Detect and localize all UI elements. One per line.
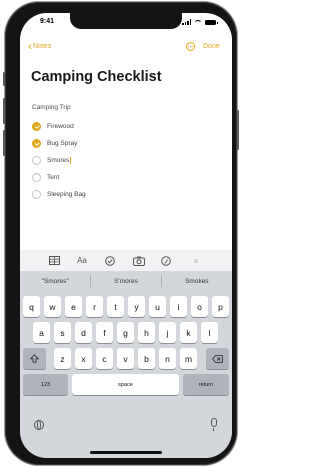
return-key[interactable]: return bbox=[183, 374, 229, 395]
suggestion-item[interactable]: Smokes bbox=[162, 271, 232, 291]
power-button bbox=[237, 110, 239, 150]
suggestion-item[interactable]: "Smores" bbox=[20, 271, 90, 291]
delete-icon bbox=[212, 354, 223, 363]
keyboard-area: Aa × "Smores" S'mores Smokes q w e r t y… bbox=[20, 250, 232, 458]
back-button[interactable]: ‹ Notes bbox=[28, 39, 52, 53]
key[interactable]: w bbox=[44, 296, 61, 317]
phone-frame: 9:41 ‹ Notes Done Camping Checklist Camp… bbox=[3, 2, 239, 465]
key[interactable]: v bbox=[117, 348, 134, 369]
checklist-item-label[interactable]: Smores bbox=[47, 156, 72, 165]
checklist-item-label[interactable]: Bug Spray bbox=[47, 140, 77, 147]
shift-icon bbox=[30, 354, 39, 363]
key[interactable]: m bbox=[180, 348, 197, 369]
more-options-icon[interactable] bbox=[186, 42, 195, 51]
key[interactable]: y bbox=[128, 296, 145, 317]
checklist-item[interactable]: Bug Spray bbox=[32, 135, 86, 152]
key[interactable]: i bbox=[170, 296, 187, 317]
wifi-icon bbox=[194, 20, 202, 25]
shift-key[interactable] bbox=[23, 348, 46, 369]
key[interactable]: h bbox=[138, 322, 155, 343]
key[interactable]: l bbox=[201, 322, 218, 343]
status-time: 9:41 bbox=[40, 18, 55, 25]
emoji-icon[interactable] bbox=[34, 420, 44, 430]
key[interactable]: c bbox=[96, 348, 113, 369]
numbers-key[interactable]: 123 bbox=[23, 374, 68, 395]
checklist-item[interactable]: Tent bbox=[32, 169, 86, 186]
key[interactable]: d bbox=[75, 322, 92, 343]
section-heading[interactable]: Camping Trip bbox=[32, 104, 71, 111]
space-key[interactable]: space bbox=[72, 374, 179, 395]
done-button[interactable]: Done bbox=[203, 43, 220, 50]
back-label: Notes bbox=[33, 43, 52, 50]
notch bbox=[70, 13, 182, 29]
table-icon[interactable] bbox=[48, 255, 60, 266]
key[interactable]: j bbox=[159, 322, 176, 343]
key[interactable]: b bbox=[138, 348, 155, 369]
key[interactable]: k bbox=[180, 322, 197, 343]
key[interactable]: z bbox=[54, 348, 71, 369]
markup-icon[interactable] bbox=[160, 255, 172, 266]
checklist-item-text: Smores bbox=[47, 157, 70, 165]
key[interactable]: a bbox=[33, 322, 50, 343]
volume-down-button bbox=[3, 130, 5, 156]
checklist-icon[interactable] bbox=[104, 255, 116, 266]
checkbox[interactable] bbox=[32, 139, 41, 148]
key[interactable]: t bbox=[107, 296, 124, 317]
checkbox[interactable] bbox=[32, 122, 41, 131]
camera-icon[interactable] bbox=[132, 255, 146, 266]
close-icon[interactable]: × bbox=[190, 255, 202, 266]
key[interactable]: n bbox=[159, 348, 176, 369]
checklist-item-label[interactable]: Sleeping Bag bbox=[47, 191, 86, 198]
key[interactable]: o bbox=[191, 296, 208, 317]
note-title[interactable]: Camping Checklist bbox=[31, 69, 162, 85]
checklist-item[interactable]: Smores bbox=[32, 152, 86, 169]
key[interactable]: p bbox=[212, 296, 229, 317]
key[interactable]: g bbox=[117, 322, 134, 343]
home-indicator bbox=[90, 451, 162, 454]
key[interactable]: q bbox=[23, 296, 40, 317]
key[interactable]: s bbox=[54, 322, 71, 343]
text-format-icon[interactable]: Aa bbox=[74, 255, 90, 266]
key[interactable]: e bbox=[65, 296, 82, 317]
checklist: Firewood Bug Spray Smores Tent Sleeping … bbox=[32, 118, 86, 203]
checkbox[interactable] bbox=[32, 173, 41, 182]
battery-icon bbox=[205, 20, 218, 25]
chevron-left-icon: ‹ bbox=[28, 39, 32, 53]
text-cursor bbox=[70, 156, 72, 164]
checkbox[interactable] bbox=[32, 156, 41, 165]
key[interactable]: x bbox=[75, 348, 92, 369]
key[interactable]: f bbox=[96, 322, 113, 343]
volume-up-button bbox=[3, 98, 5, 124]
microphone-icon[interactable] bbox=[211, 418, 217, 431]
key[interactable]: u bbox=[149, 296, 166, 317]
suggestion-bar: "Smores" S'mores Smokes bbox=[20, 271, 232, 291]
checklist-item[interactable]: Sleeping Bag bbox=[32, 186, 86, 203]
checkbox[interactable] bbox=[32, 190, 41, 199]
key[interactable]: r bbox=[86, 296, 103, 317]
delete-key[interactable] bbox=[206, 348, 229, 369]
checklist-item[interactable]: Firewood bbox=[32, 118, 86, 135]
checklist-item-label[interactable]: Tent bbox=[47, 174, 59, 181]
format-bar: Aa × bbox=[20, 250, 232, 271]
mute-switch bbox=[3, 72, 5, 86]
checklist-item-label[interactable]: Firewood bbox=[47, 123, 74, 130]
signal-icon bbox=[182, 19, 191, 25]
screen: 9:41 ‹ Notes Done Camping Checklist Camp… bbox=[20, 13, 232, 458]
suggestion-item[interactable]: S'mores bbox=[91, 271, 161, 291]
status-icons bbox=[182, 18, 218, 25]
